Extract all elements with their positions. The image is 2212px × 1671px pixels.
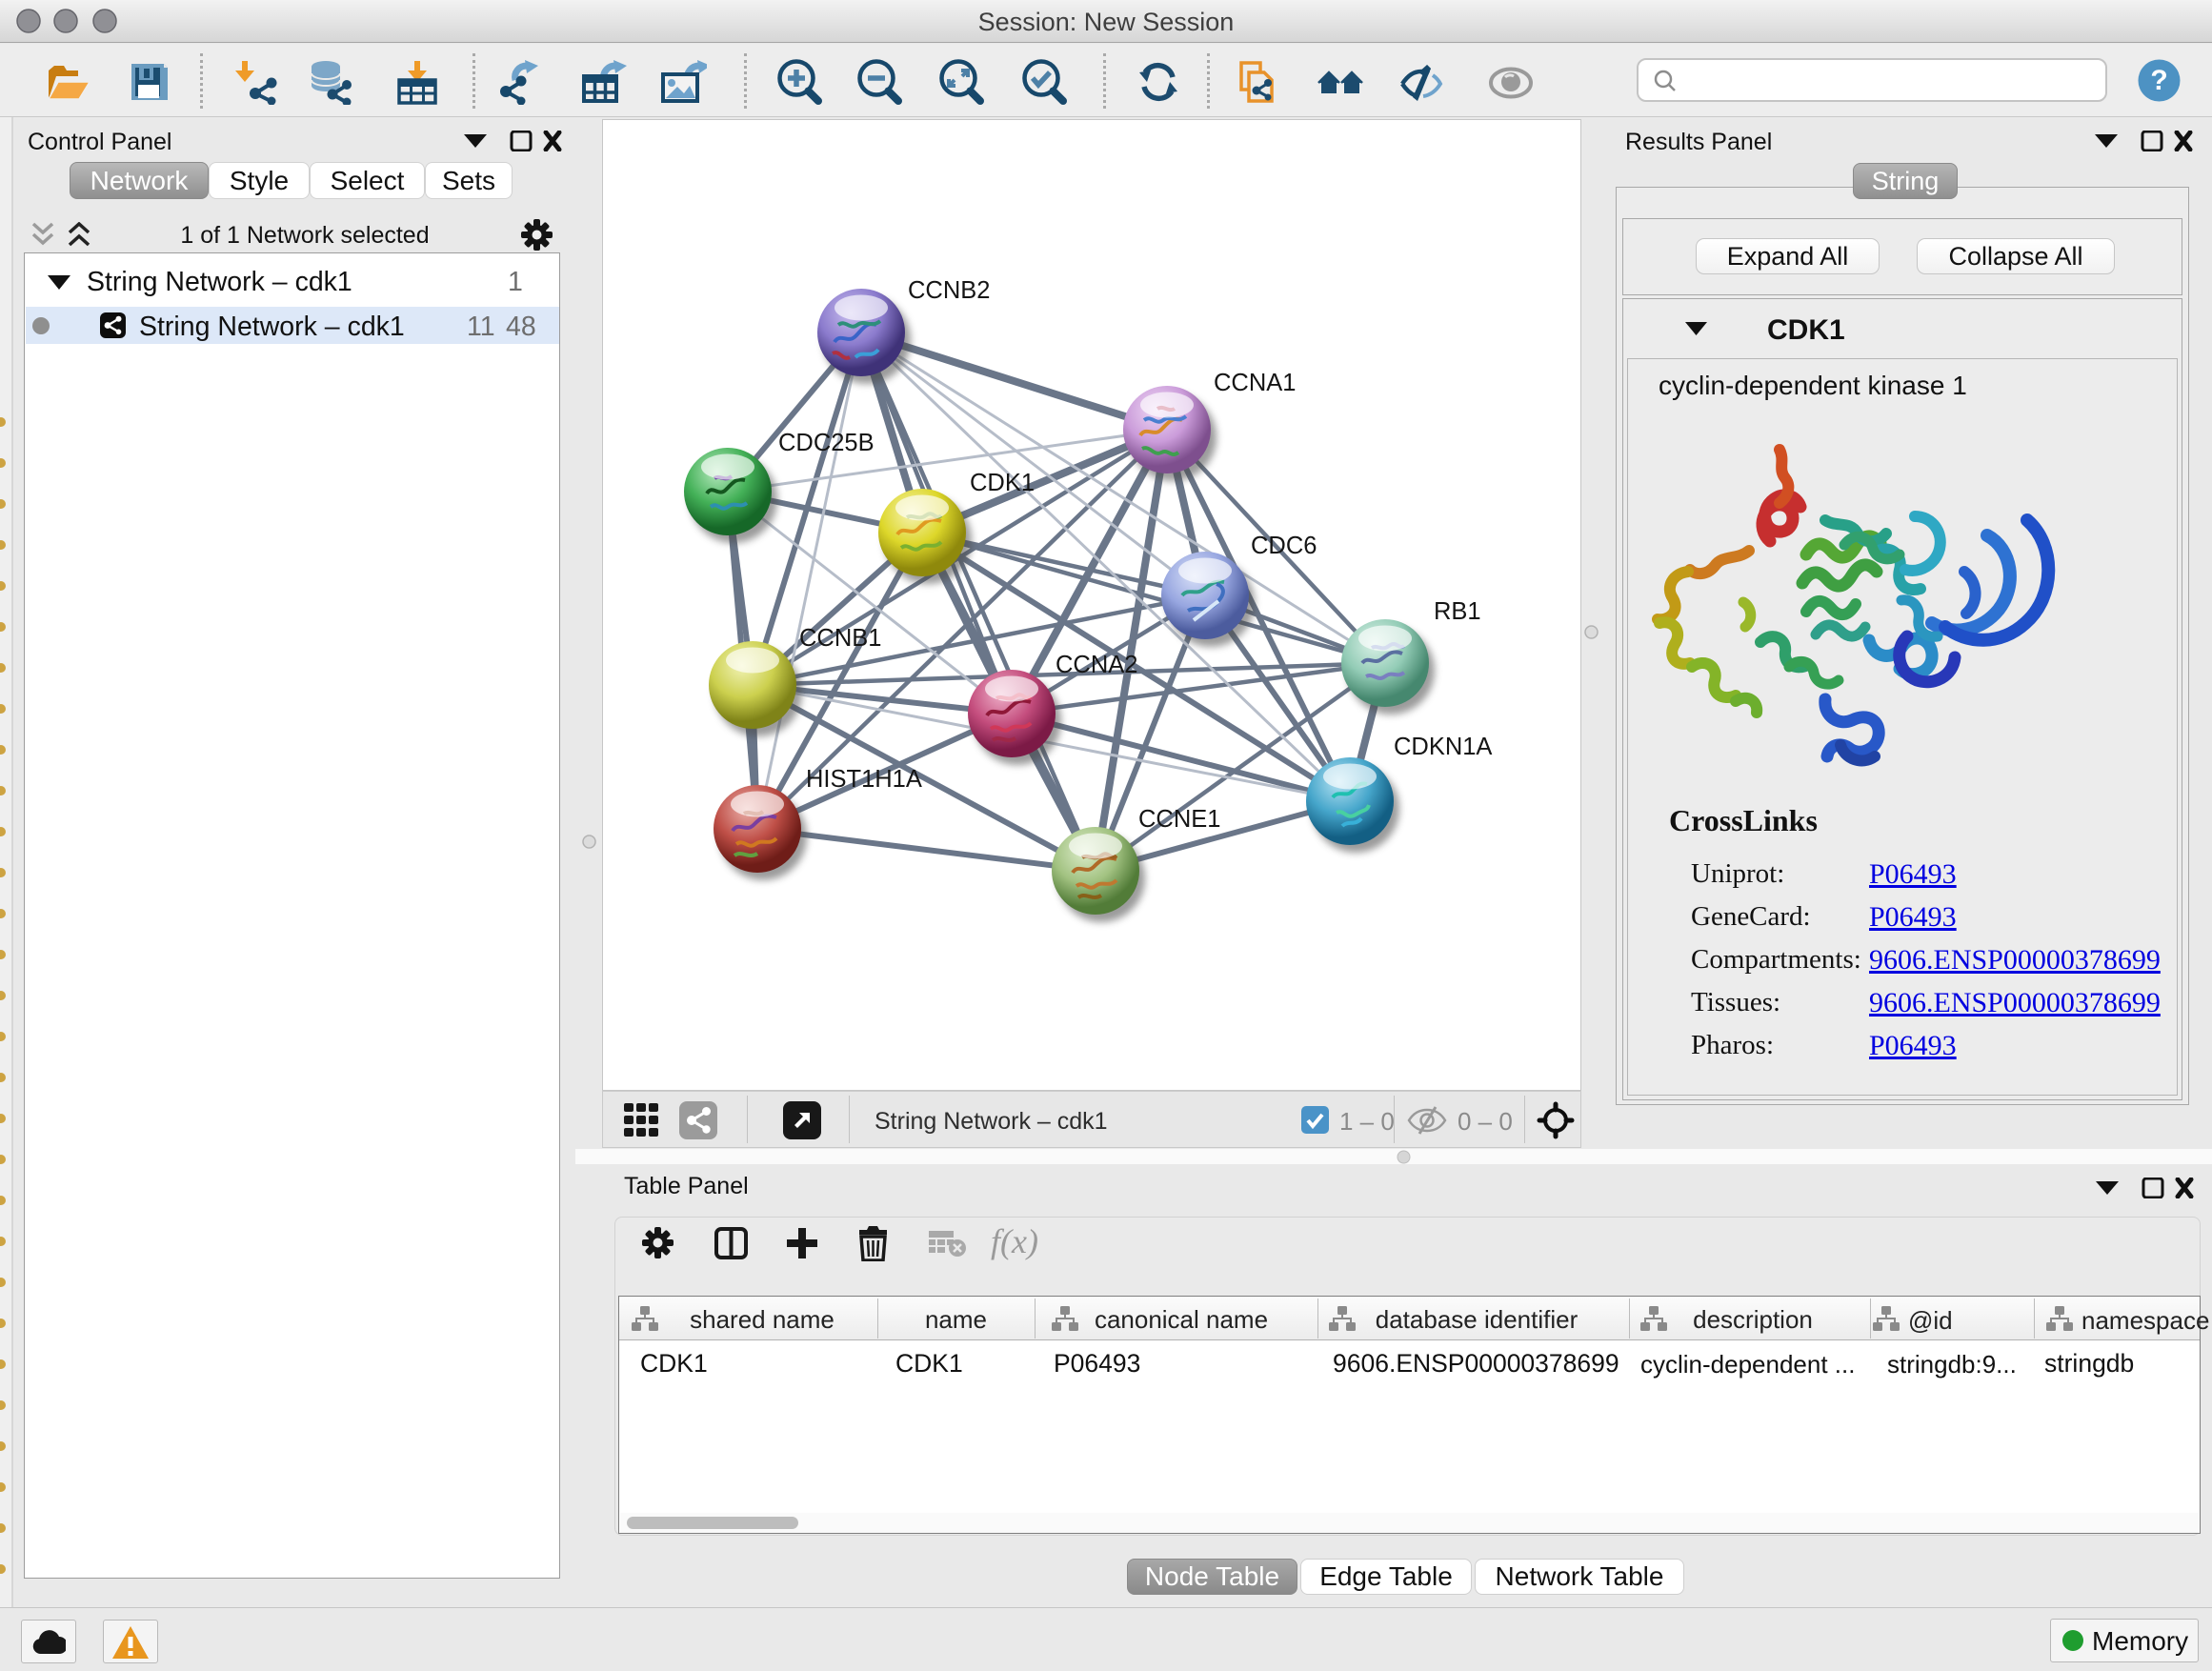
svg-text:RB1: RB1 xyxy=(1434,598,1481,625)
svg-text:?: ? xyxy=(2150,65,2167,96)
svg-text:CDK1: CDK1 xyxy=(970,470,1035,496)
svg-text:CCNB1: CCNB1 xyxy=(799,625,881,652)
svg-text:CDKN1A: CDKN1A xyxy=(1394,734,1492,760)
svg-text:CCNB2: CCNB2 xyxy=(908,277,990,304)
svg-text:CCNE1: CCNE1 xyxy=(1138,806,1220,833)
svg-text:CDC6: CDC6 xyxy=(1251,533,1317,559)
svg-text:CDC25B: CDC25B xyxy=(778,430,875,456)
svg-text:CCNA2: CCNA2 xyxy=(1056,652,1137,678)
svg-text:HIST1H1A: HIST1H1A xyxy=(806,766,922,793)
svg-text:CCNA1: CCNA1 xyxy=(1214,370,1296,396)
